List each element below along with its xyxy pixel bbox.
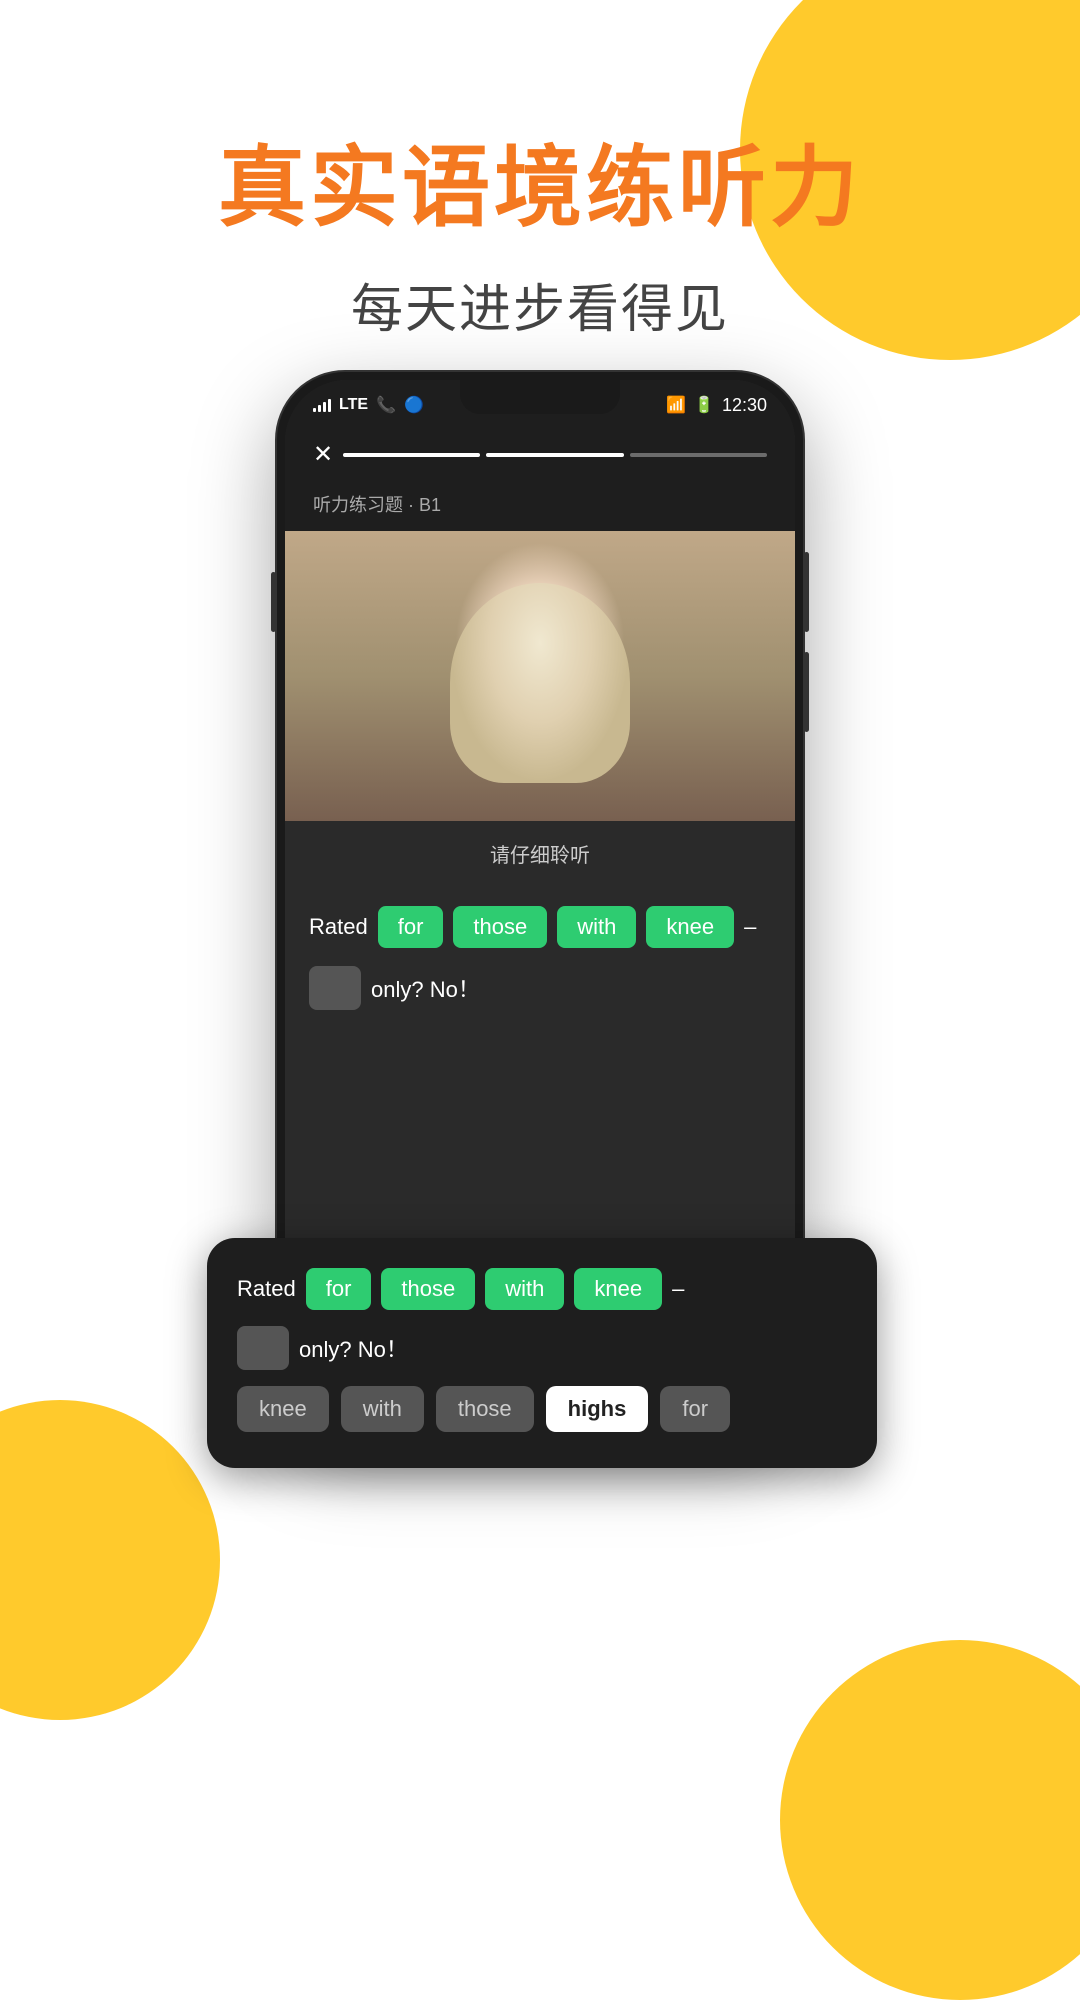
bottom-chip-knee[interactable]: knee	[574, 1268, 662, 1310]
phone-notch	[460, 380, 620, 414]
choice-knee[interactable]: knee	[237, 1386, 329, 1432]
call-icon: 📞	[376, 395, 396, 415]
progress-segment-2	[486, 453, 623, 457]
word-chip-knee[interactable]: knee	[646, 906, 734, 948]
progress-segment-1	[343, 453, 480, 457]
main-title: 真实语境练听力	[0, 140, 1080, 237]
lte-label: LTE	[339, 396, 368, 414]
phone-mockup: LTE 📞 🔵 📶 🔋 12:30 ✕	[275, 370, 805, 1430]
choice-highs[interactable]: highs	[546, 1386, 649, 1432]
bottom-panel: Rated for those with knee – only? No！ kn…	[207, 1238, 877, 1468]
close-button[interactable]: ✕	[313, 440, 333, 469]
power-button	[804, 552, 809, 632]
decoration-circle-bottom-left	[0, 1400, 220, 1720]
rated-label: Rated	[309, 914, 368, 940]
signal-bar-3	[323, 402, 326, 412]
signal-bar-2	[318, 405, 321, 412]
status-left: LTE 📞 🔵	[313, 395, 424, 415]
choice-row: knee with those highs for	[237, 1386, 847, 1432]
bottom-chip-for[interactable]: for	[306, 1268, 372, 1310]
signal-bar-4	[328, 399, 331, 412]
listen-instruction: 请仔细聆听	[285, 821, 795, 886]
word-chip-those[interactable]: those	[453, 906, 547, 948]
word-chip-with[interactable]: with	[557, 906, 636, 948]
header-section: 真实语境练听力 每天进步看得见	[0, 0, 1080, 342]
exercise-label: 听力练习题 · B1	[285, 483, 795, 531]
time-display: 12:30	[722, 395, 767, 416]
dash-symbol: –	[744, 914, 756, 940]
sentence-row: Rated for those with knee –	[309, 906, 771, 948]
battery-icon: 🔋	[694, 395, 714, 415]
bottom-placeholder[interactable]	[237, 1326, 289, 1370]
choice-those[interactable]: those	[436, 1386, 534, 1432]
status-right: 📶 🔋 12:30	[666, 395, 767, 416]
signal-icon	[313, 398, 331, 412]
suffix-row: only? No！	[309, 966, 771, 1010]
choice-with[interactable]: with	[341, 1386, 424, 1432]
word-panel: Rated for those with knee – only? No！	[285, 886, 795, 1052]
bottom-sentence-row: Rated for those with knee –	[237, 1268, 847, 1310]
bluetooth-icon: 🔵	[404, 395, 424, 415]
video-content	[285, 531, 795, 821]
person-hair	[450, 583, 630, 783]
sub-title: 每天进步看得见	[0, 267, 1080, 342]
progress-segment-3	[630, 453, 767, 457]
volume-up-button	[271, 572, 276, 632]
decoration-circle-bottom-right	[780, 1640, 1080, 2000]
bottom-chip-with[interactable]: with	[485, 1268, 564, 1310]
progress-area: ✕	[285, 430, 795, 483]
phone-shell: LTE 📞 🔵 📶 🔋 12:30 ✕	[275, 370, 805, 1430]
progress-bars	[343, 453, 767, 457]
bottom-dash: –	[672, 1276, 684, 1302]
wifi-icon: 📶	[666, 395, 686, 415]
bottom-chip-those[interactable]: those	[381, 1268, 475, 1310]
bottom-rated-label: Rated	[237, 1276, 296, 1302]
suffix-text: only? No！	[371, 972, 480, 1004]
choice-for[interactable]: for	[660, 1386, 730, 1432]
bottom-suffix-row: only? No！	[237, 1326, 847, 1370]
placeholder-chip[interactable]	[309, 966, 361, 1010]
volume-down-button	[804, 652, 809, 732]
word-chip-for[interactable]: for	[378, 906, 444, 948]
video-area[interactable]	[285, 531, 795, 821]
signal-bar-1	[313, 408, 316, 412]
bottom-suffix: only? No！	[299, 1332, 408, 1364]
